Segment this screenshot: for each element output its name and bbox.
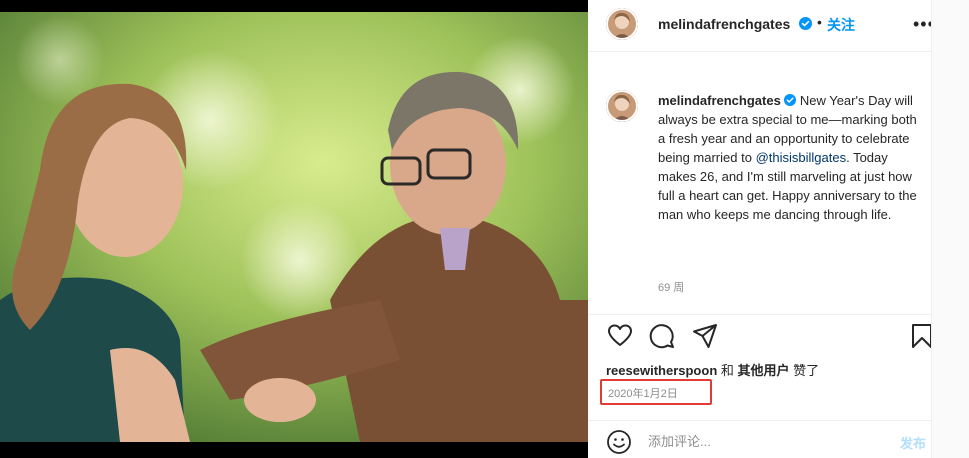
follow-separator: • [817,14,822,30]
add-comment-bar: 发布 [588,420,931,458]
comment-icon[interactable] [648,322,676,350]
liker-username[interactable]: reesewitherspoon [606,363,717,378]
post-header: melindafrenchgates • 关注 ••• [588,0,934,52]
author-username[interactable]: melindafrenchgates [658,16,790,32]
mention-link[interactable]: @thisisbillgates [756,150,847,165]
comment-input[interactable] [648,430,878,452]
follow-button[interactable]: 关注 [827,15,855,35]
post-comment-button[interactable]: 发布 [900,433,926,452]
comments-section: melindafrenchgates New Year's Day will al… [588,53,931,315]
emoji-icon[interactable] [606,429,632,455]
date-highlight-box: 2020年1月2日 [600,379,712,405]
likes-summary: reesewitherspoon 和 其他用户 赞了 [606,360,819,379]
caption-avatar[interactable] [606,90,638,122]
likes-connector: 和 [717,363,738,378]
post-photo [0,0,588,458]
heart-icon[interactable] [606,322,634,350]
post-detail-panel: melindafrenchgates • 关注 ••• melindafrenc… [588,0,934,458]
action-bar [588,318,932,356]
page-background-edge [931,0,969,458]
post-caption: melindafrenchgates New Year's Day will al… [658,91,920,224]
verified-badge-icon [799,17,812,30]
post-time-ago[interactable]: 69 周 [658,279,684,295]
post-date[interactable]: 2020年1月2日 [608,385,678,401]
author-avatar[interactable] [606,8,638,40]
verified-badge-icon [783,94,796,106]
likes-others-link[interactable]: 其他用户 [738,363,790,378]
caption-username[interactable]: melindafrenchgates [658,93,781,108]
likes-suffix: 赞了 [789,363,820,378]
share-icon[interactable] [691,322,719,350]
